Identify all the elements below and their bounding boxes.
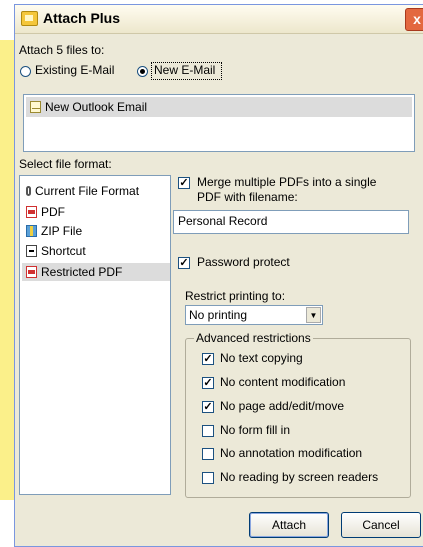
cancel-button[interactable]: Cancel	[341, 512, 421, 538]
pdf-filename-input[interactable]: Personal Record	[173, 210, 409, 234]
merge-pdfs-label-line2: PDF with filename:	[197, 190, 298, 204]
existing-email-radio[interactable]	[20, 66, 31, 77]
restrict-printing-value: No printing	[189, 308, 248, 322]
attach-button[interactable]: Attach	[249, 512, 329, 538]
title-bar: Attach Plus x	[15, 5, 423, 34]
format-item-zip[interactable]: ZIP File	[26, 222, 82, 240]
no-reading-by-screen-readers-label: No reading by screen readers	[220, 470, 379, 484]
destination-list[interactable]: New Outlook Email	[23, 94, 415, 152]
new-email-label[interactable]: New E-Mail	[154, 63, 215, 77]
merge-pdfs-label-line1: Merge multiple PDFs into a single	[197, 175, 377, 189]
attach-plus-app-icon	[21, 11, 38, 26]
no-text-copying-checkbox[interactable]: ✓	[202, 353, 214, 365]
chevron-down-icon[interactable]: ▼	[306, 307, 321, 323]
restrict-printing-label: Restrict printing to:	[185, 289, 286, 303]
pdf-icon	[26, 266, 37, 278]
no-annotation-modification-checkbox[interactable]	[202, 448, 214, 460]
password-protect-checkbox[interactable]: ✓	[178, 257, 190, 269]
zip-icon	[26, 225, 37, 237]
file-format-list[interactable]: Current File Format PDF ZIP File Shortcu…	[19, 175, 171, 495]
shortcut-icon	[26, 245, 37, 257]
list-item[interactable]: New Outlook Email	[30, 98, 147, 116]
no-annotation-modification-label: No annotation modification	[220, 446, 363, 460]
existing-email-label[interactable]: Existing E-Mail	[35, 63, 114, 77]
advanced-restrictions-group: Advanced restrictions ✓ No text copying …	[185, 331, 411, 498]
no-reading-by-screen-readers-checkbox[interactable]	[202, 472, 214, 484]
file-format-heading: Select file format:	[19, 157, 112, 171]
no-page-add-edit-move-label: No page add/edit/move	[220, 399, 345, 413]
password-protect-label: Password protect	[197, 255, 290, 269]
restrict-printing-select[interactable]: No printing ▼	[185, 305, 323, 325]
format-label: ZIP File	[41, 224, 83, 238]
no-text-copying-label: No text copying	[220, 351, 303, 365]
advanced-restrictions-title: Advanced restrictions	[194, 331, 313, 345]
format-label: Current File Format	[35, 184, 140, 198]
format-label: PDF	[41, 205, 65, 219]
pdf-icon	[26, 206, 37, 218]
no-content-modification-label: No content modification	[220, 375, 346, 389]
attach-files-label: Attach 5 files to:	[19, 43, 105, 57]
new-email-radio[interactable]	[137, 66, 148, 77]
email-draft-icon	[30, 101, 41, 113]
paperclip-icon	[26, 186, 31, 196]
close-button[interactable]: x	[405, 8, 423, 31]
format-item-shortcut[interactable]: Shortcut	[26, 242, 86, 260]
format-label: Restricted PDF	[41, 265, 123, 279]
no-form-fill-in-label: No form fill in	[220, 423, 291, 437]
format-item-current[interactable]: Current File Format	[26, 182, 139, 200]
merge-pdfs-checkbox[interactable]: ✓	[178, 177, 190, 189]
no-content-modification-checkbox[interactable]: ✓	[202, 377, 214, 389]
no-page-add-edit-move-checkbox[interactable]: ✓	[202, 401, 214, 413]
destination-label: New Outlook Email	[45, 100, 148, 114]
attach-plus-dialog: Attach Plus x Attach 5 files to: Existin…	[14, 4, 423, 547]
format-label: Shortcut	[41, 244, 86, 258]
window-title: Attach Plus	[43, 10, 121, 26]
format-item-restricted-pdf[interactable]: Restricted PDF	[26, 263, 122, 281]
format-item-pdf[interactable]: PDF	[26, 203, 65, 221]
destination-row[interactable]: New Outlook Email	[26, 97, 412, 117]
no-form-fill-in-checkbox[interactable]	[202, 425, 214, 437]
